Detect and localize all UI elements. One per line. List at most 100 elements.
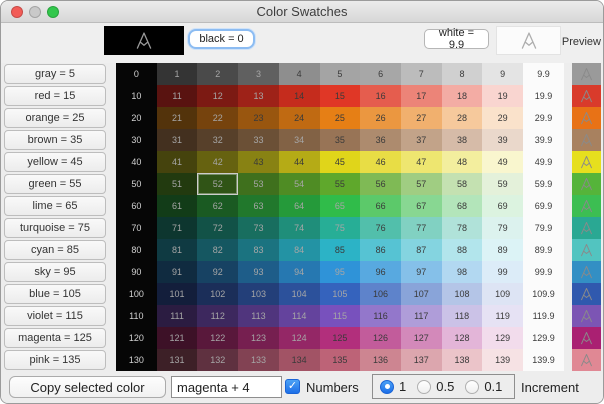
grid-cell-68[interactable]: 68 [442, 195, 483, 217]
grid-cell-66[interactable]: 66 [360, 195, 401, 217]
grid-cell-102[interactable]: 102 [197, 283, 238, 305]
grid-cell-28[interactable]: 28 [442, 107, 483, 129]
grid-cell-133[interactable]: 133 [238, 349, 279, 371]
grid-cell-20[interactable]: 20 [116, 107, 157, 129]
grid-cell-120[interactable]: 120 [116, 327, 157, 349]
sidebar-button-lime[interactable]: lime = 65 [4, 196, 106, 216]
numbers-checkbox[interactable]: ✓ [285, 379, 300, 394]
grid-cell-89[interactable]: 89 [482, 239, 523, 261]
grid-cell-115[interactable]: 115 [320, 305, 361, 327]
grid-cell-12[interactable]: 12 [197, 85, 238, 107]
increment-radio-1[interactable] [380, 380, 394, 394]
grid-cell-100[interactable]: 100 [116, 283, 157, 305]
grid-cell-38[interactable]: 38 [442, 129, 483, 151]
grid-cell-14[interactable]: 14 [279, 85, 320, 107]
sidebar-button-sky[interactable]: sky = 95 [4, 262, 106, 282]
grid-cell-136[interactable]: 136 [360, 349, 401, 371]
grid-cell-56[interactable]: 56 [360, 173, 401, 195]
grid-cell-34[interactable]: 34 [279, 129, 320, 151]
grid-cell-50[interactable]: 50 [116, 173, 157, 195]
grid-cell-4[interactable]: 4 [279, 63, 320, 85]
grid-cell-60[interactable]: 60 [116, 195, 157, 217]
grid-cell-37[interactable]: 37 [401, 129, 442, 151]
grid-cell-0[interactable]: 0 [116, 63, 157, 85]
grid-cell-21[interactable]: 21 [157, 107, 198, 129]
grid-cell-135[interactable]: 135 [320, 349, 361, 371]
grid-cell-97[interactable]: 97 [401, 261, 442, 283]
grid-cell-67[interactable]: 67 [401, 195, 442, 217]
grid-cell-87[interactable]: 87 [401, 239, 442, 261]
grid-cell-72[interactable]: 72 [197, 217, 238, 239]
grid-cell-76[interactable]: 76 [360, 217, 401, 239]
black-value-button[interactable]: black = 0 [188, 29, 255, 49]
grid-cell-63[interactable]: 63 [238, 195, 279, 217]
grid-cell-5[interactable]: 5 [320, 63, 361, 85]
grid-cell-17[interactable]: 17 [401, 85, 442, 107]
selected-color-input[interactable] [171, 376, 282, 398]
grid-cell-107[interactable]: 107 [401, 283, 442, 305]
grid-cell-13[interactable]: 13 [238, 85, 279, 107]
grid-cell-49[interactable]: 49 [482, 151, 523, 173]
increment-radio-0.1[interactable] [465, 380, 479, 394]
grid-cell-35[interactable]: 35 [320, 129, 361, 151]
grid-cell-131[interactable]: 131 [157, 349, 198, 371]
grid-cell-78[interactable]: 78 [442, 217, 483, 239]
grid-cell-47[interactable]: 47 [401, 151, 442, 173]
grid-cell-48[interactable]: 48 [442, 151, 483, 173]
grid-cell-3[interactable]: 3 [238, 63, 279, 85]
sidebar-button-yellow[interactable]: yellow = 45 [4, 152, 106, 172]
sidebar-button-orange[interactable]: orange = 25 [4, 108, 106, 128]
grid-cell-79[interactable]: 79 [482, 217, 523, 239]
grid-cell-2[interactable]: 2 [197, 63, 238, 85]
grid-cell-113[interactable]: 113 [238, 305, 279, 327]
grid-cell-19[interactable]: 19 [482, 85, 523, 107]
grid-cell-112[interactable]: 112 [197, 305, 238, 327]
white-value-button[interactable]: white = 9.9 [424, 29, 489, 49]
grid-cell-116[interactable]: 116 [360, 305, 401, 327]
grid-cell-70[interactable]: 70 [116, 217, 157, 239]
grid-cell-84[interactable]: 84 [279, 239, 320, 261]
grid-cell-44[interactable]: 44 [279, 151, 320, 173]
grid-cell-69[interactable]: 69 [482, 195, 523, 217]
grid-cell-86[interactable]: 86 [360, 239, 401, 261]
grid-cell-123[interactable]: 123 [238, 327, 279, 349]
grid-cell-24[interactable]: 24 [279, 107, 320, 129]
grid-cell-132[interactable]: 132 [197, 349, 238, 371]
grid-cell-137[interactable]: 137 [401, 349, 442, 371]
grid-cell-104[interactable]: 104 [279, 283, 320, 305]
sidebar-button-turquoise[interactable]: turquoise = 75 [4, 218, 106, 238]
grid-cell-83[interactable]: 83 [238, 239, 279, 261]
sidebar-button-magenta[interactable]: magenta = 125 [4, 328, 106, 348]
grid-cell-18[interactable]: 18 [442, 85, 483, 107]
sidebar-button-green[interactable]: green = 55 [4, 174, 106, 194]
sidebar-button-gray[interactable]: gray = 5 [4, 64, 106, 84]
grid-cell-127[interactable]: 127 [401, 327, 442, 349]
grid-cell-39[interactable]: 39 [482, 129, 523, 151]
copy-selected-color-button[interactable]: Copy selected color [9, 376, 166, 398]
grid-cell-85[interactable]: 85 [320, 239, 361, 261]
grid-cell-6[interactable]: 6 [360, 63, 401, 85]
grid-cell-138[interactable]: 138 [442, 349, 483, 371]
grid-cell-29[interactable]: 29 [482, 107, 523, 129]
grid-cell-98[interactable]: 98 [442, 261, 483, 283]
grid-cell-32[interactable]: 32 [197, 129, 238, 151]
grid-cell-31[interactable]: 31 [157, 129, 198, 151]
grid-cell-42[interactable]: 42 [197, 151, 238, 173]
grid-cell-139[interactable]: 139 [482, 349, 523, 371]
grid-cell-65[interactable]: 65 [320, 195, 361, 217]
grid-cell-121[interactable]: 121 [157, 327, 198, 349]
grid-cell-92[interactable]: 92 [197, 261, 238, 283]
grid-cell-46[interactable]: 46 [360, 151, 401, 173]
grid-cell-94[interactable]: 94 [279, 261, 320, 283]
grid-cell-110[interactable]: 110 [116, 305, 157, 327]
grid-cell-73[interactable]: 73 [238, 217, 279, 239]
sidebar-button-blue[interactable]: blue = 105 [4, 284, 106, 304]
grid-cell-59[interactable]: 59 [482, 173, 523, 195]
grid-cell-53[interactable]: 53 [238, 173, 279, 195]
grid-cell-52[interactable]: 52 [197, 173, 238, 195]
grid-cell-91[interactable]: 91 [157, 261, 198, 283]
grid-cell-111[interactable]: 111 [157, 305, 198, 327]
grid-cell-30[interactable]: 30 [116, 129, 157, 151]
grid-cell-10[interactable]: 10 [116, 85, 157, 107]
grid-cell-119[interactable]: 119 [482, 305, 523, 327]
